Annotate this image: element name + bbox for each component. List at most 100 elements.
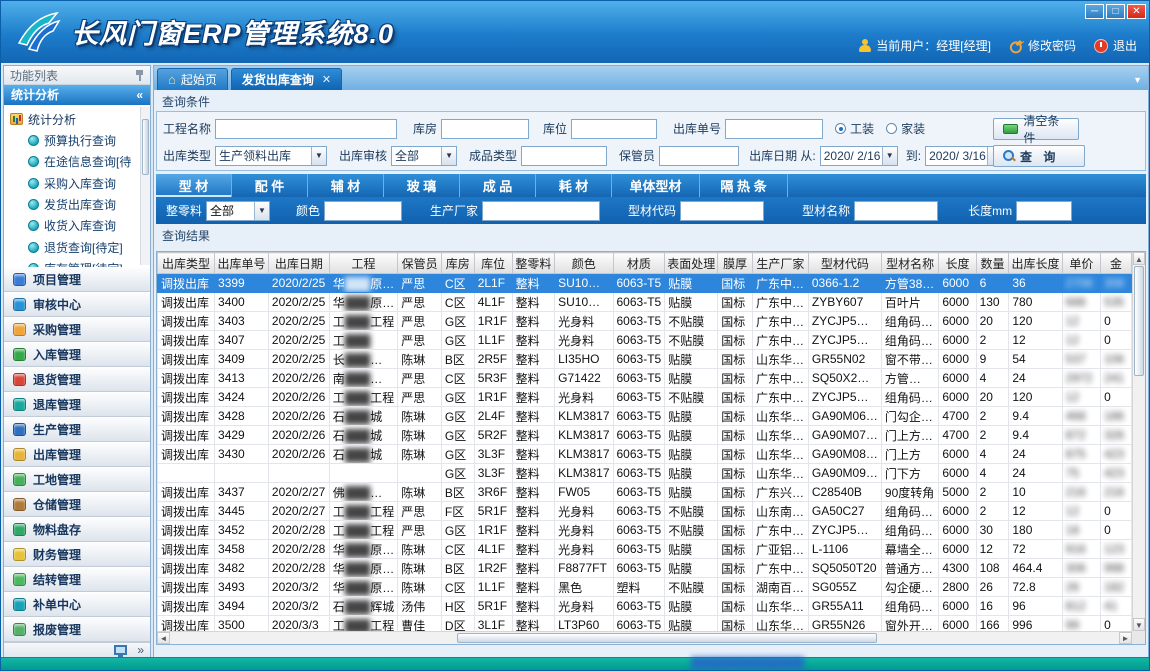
close-button[interactable]: ✕ (1127, 4, 1146, 19)
vertical-scrollbar[interactable]: ▲ ▼ (1132, 252, 1145, 631)
sidebar-item-transfer[interactable]: 结转管理 (4, 567, 150, 592)
product-type-input[interactable] (521, 146, 607, 166)
sidebar-item-undo[interactable]: 退库管理 (4, 392, 150, 417)
sidebar-item-site[interactable]: 工地管理 (4, 467, 150, 492)
location-input[interactable] (571, 119, 657, 139)
table-row[interactable]: 调拨出库34092020/2/25长███…陈琳B区2R5F整料LI35HO60… (158, 350, 1132, 369)
sidebar-item-audit[interactable]: 审核中心 (4, 292, 150, 317)
change-password-button[interactable]: 修改密码 (1009, 37, 1076, 54)
maximize-button[interactable]: □ (1106, 4, 1125, 19)
column-header[interactable]: 膜厚 (718, 253, 753, 274)
collapse-icon[interactable]: « (136, 88, 143, 102)
monitor-icon[interactable] (114, 645, 127, 655)
tree-item[interactable]: 采购入库查询 (10, 173, 150, 194)
column-header[interactable]: 型材名称 (881, 253, 938, 274)
vertical-scroll-thumb[interactable] (1134, 266, 1144, 376)
date-from-picker[interactable]: 2020/ 2/16▼ (820, 146, 898, 166)
warehouse-input[interactable] (441, 119, 529, 139)
whole-scrap-select[interactable]: 全部▼ (206, 201, 270, 221)
material-tab-3[interactable]: 辅 材 (308, 174, 384, 197)
pin-icon[interactable] (135, 70, 144, 81)
sidebar-item-inbox[interactable]: 入库管理 (4, 342, 150, 367)
table-row[interactable]: 调拨出库34072020/2/25工███严思G区1L1F整料光身料6063-T… (158, 331, 1132, 350)
radio-jiazhuang[interactable]: 家装 (886, 120, 925, 137)
keeper-input[interactable] (659, 146, 739, 166)
material-tab-1[interactable]: 型 材 (156, 174, 232, 197)
scroll-down-icon[interactable]: ▼ (1133, 618, 1145, 631)
sidebar-item-scrap[interactable]: 报废管理 (4, 617, 150, 642)
material-tab-5[interactable]: 成 品 (460, 174, 536, 197)
column-header[interactable]: 库位 (474, 253, 512, 274)
material-tab-8[interactable]: 隔 热 条 (700, 174, 788, 197)
sidebar-item-cart[interactable]: 采购管理 (4, 317, 150, 342)
column-header[interactable]: 金 (1101, 253, 1132, 274)
sidebar-item-finance[interactable]: 财务管理 (4, 542, 150, 567)
scroll-left-icon[interactable]: ◄ (157, 632, 170, 644)
sidebar-item-return[interactable]: 退货管理 (4, 367, 150, 392)
logout-button[interactable]: 退出 (1094, 37, 1137, 54)
color-input[interactable] (324, 201, 402, 221)
table-row[interactable]: 调拨出库34032020/2/25工███工程严思G区1R1F整料光身料6063… (158, 312, 1132, 331)
minimize-button[interactable]: ─ (1085, 4, 1104, 19)
profile-name-input[interactable] (854, 201, 938, 221)
column-header[interactable]: 表面处理 (665, 253, 718, 274)
column-header[interactable]: 出库日期 (268, 253, 329, 274)
tree-item[interactable]: 在途信息查询[待 (10, 151, 150, 172)
column-header[interactable]: 整零料 (512, 253, 554, 274)
tab-shipment-outbound-query[interactable]: 发货出库查询 ✕ (231, 68, 342, 90)
table-row[interactable]: 调拨出库34932020/3/2华███原…陈琳C区1L1F整料黑色塑料不贴膜国… (158, 578, 1132, 597)
column-header[interactable]: 工程 (329, 253, 398, 274)
sidebar-item-supplement[interactable]: 补单中心 (4, 592, 150, 617)
column-header[interactable]: 数量 (976, 253, 1009, 274)
sidebar-section-statistics[interactable]: 统计分析 « (4, 85, 150, 105)
clear-conditions-button[interactable]: 清空条件 (993, 118, 1079, 140)
table-row[interactable]: 调拨出库34372020/2/27佛███…陈琳B区3R6F整料FW056063… (158, 483, 1132, 502)
table-row[interactable]: G区3L3F整料KLM38176063-T5贴膜国标山东华…GA90M09…门下… (158, 464, 1132, 483)
table-row[interactable]: 调拨出库35002020/3/3工███工程曹佳D区3L1F整料LT3P6060… (158, 616, 1132, 632)
sidebar-item-inventory[interactable]: 物料盘存 (4, 517, 150, 542)
sidebar-item-warehouse[interactable]: 仓储管理 (4, 492, 150, 517)
more-panels-icon[interactable]: » (137, 643, 144, 657)
column-header[interactable]: 库房 (441, 253, 474, 274)
table-row[interactable]: 调拨出库34452020/2/27工███工程严思F区5R1F整料光身料6063… (158, 502, 1132, 521)
footer-link[interactable]: ████████████████ (691, 658, 804, 669)
tree-item[interactable]: 退货查询[待定] (10, 237, 150, 258)
tree-item[interactable]: 预算执行查询 (10, 130, 150, 151)
outbound-type-select[interactable]: 生产领料出库▼ (215, 146, 327, 166)
table-row[interactable]: 调拨出库34292020/2/26石███城陈琳G区5R2F整料KLM38176… (158, 426, 1132, 445)
tree-scrollbar[interactable] (140, 107, 150, 265)
table-row[interactable]: 调拨出库34302020/2/26石███城陈琳G区3L3F整料KLM38176… (158, 445, 1132, 464)
order-no-input[interactable] (725, 119, 823, 139)
radio-gongzhuang[interactable]: 工装 (835, 120, 874, 137)
horizontal-scrollbar[interactable]: ◄ ► (157, 631, 1132, 644)
tree-item[interactable]: 发货出库查询 (10, 194, 150, 215)
column-header[interactable]: 单价 (1062, 253, 1100, 274)
horizontal-scroll-thumb[interactable] (457, 633, 877, 643)
manufacturer-input[interactable] (482, 201, 600, 221)
date-to-picker[interactable]: 2020/ 3/16▼ (925, 146, 1003, 166)
sidebar-item-folder[interactable]: 项目管理 (4, 267, 150, 292)
table-row[interactable]: 调拨出库34522020/2/28工███工程严思G区1R1F整料光身料6063… (158, 521, 1132, 540)
sidebar-item-gear[interactable]: 生产管理 (4, 417, 150, 442)
table-row[interactable]: 调拨出库34282020/2/26石███城陈琳G区2L4F整料KLM38176… (158, 407, 1132, 426)
column-header[interactable]: 长度 (939, 253, 976, 274)
column-header[interactable]: 出库单号 (215, 253, 269, 274)
profile-code-input[interactable] (680, 201, 764, 221)
table-row[interactable]: 调拨出库34002020/2/25华███原…严思C区4L1F整料SU10…60… (158, 293, 1132, 312)
column-header[interactable]: 型材代码 (808, 253, 881, 274)
table-row[interactable]: 调拨出库34582020/2/28华███原…陈琳C区4L1F整料光身料6063… (158, 540, 1132, 559)
column-header[interactable]: 保管员 (398, 253, 442, 274)
column-header[interactable]: 颜色 (555, 253, 613, 274)
tree-item[interactable]: 库存管理[待定] (10, 258, 150, 267)
length-input[interactable] (1016, 201, 1072, 221)
table-row[interactable]: 调拨出库34242020/2/26工███工程严思G区1R1F整料光身料6063… (158, 388, 1132, 407)
table-row[interactable]: 调拨出库34822020/2/28华███原…陈琳B区1R2F整料F8877FT… (158, 559, 1132, 578)
material-tab-4[interactable]: 玻 璃 (384, 174, 460, 197)
column-header[interactable]: 生产厂家 (753, 253, 809, 274)
audit-select[interactable]: 全部▼ (391, 146, 457, 166)
tab-close-icon[interactable]: ✕ (322, 73, 331, 86)
tab-home[interactable]: ⌂ 起始页 (157, 68, 228, 90)
table-row[interactable]: 调拨出库34942020/3/2石███辉城汤伟H区5R1F整料光身料6063-… (158, 597, 1132, 616)
scroll-up-icon[interactable]: ▲ (1133, 252, 1145, 265)
column-header[interactable]: 材质 (613, 253, 665, 274)
